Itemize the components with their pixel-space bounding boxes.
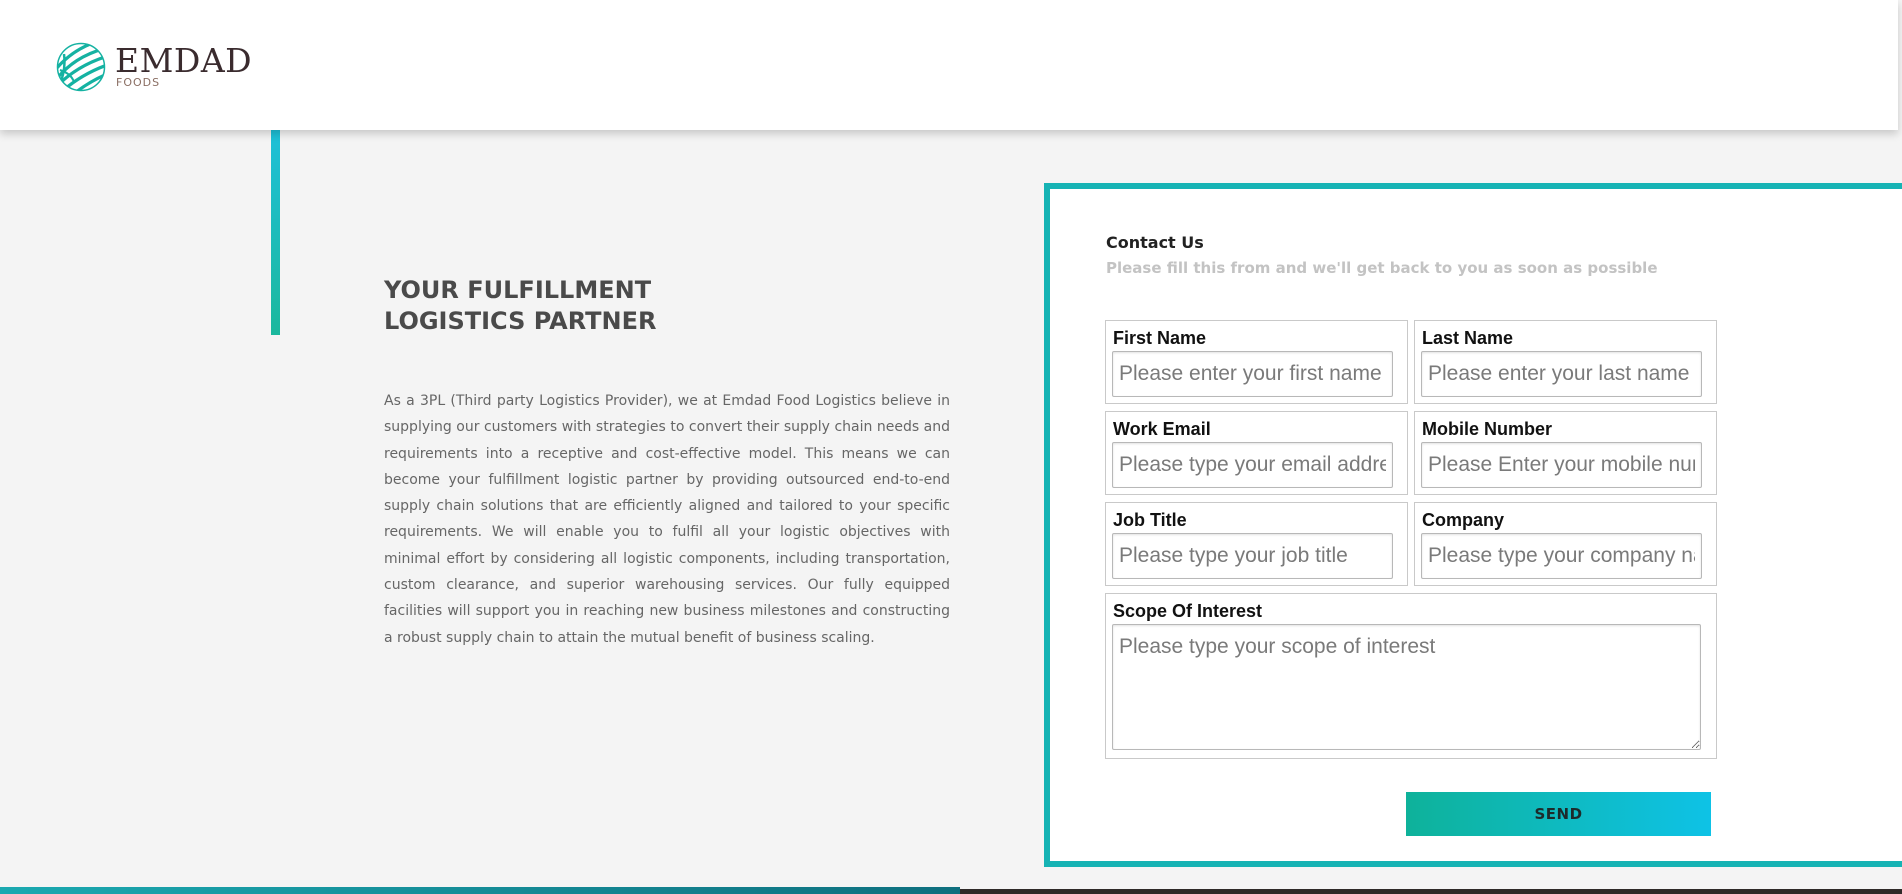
footer-accent-stripe bbox=[0, 887, 960, 894]
brand-name: EMDAD bbox=[115, 41, 253, 80]
company-label: Company bbox=[1422, 510, 1505, 530]
last-name-input[interactable] bbox=[1421, 351, 1702, 397]
hero-headline-line2: LOGISTICS PARTNER bbox=[384, 307, 657, 335]
contact-panel: Contact Us Please fill this from and we'… bbox=[1044, 183, 1902, 867]
hero-body: As a 3PL (Third party Logistics Provider… bbox=[384, 393, 950, 646]
work-email-field: Work Email bbox=[1105, 411, 1408, 495]
work-email-label: Work Email bbox=[1113, 419, 1211, 439]
first-name-input[interactable] bbox=[1112, 351, 1393, 397]
job-title-field: Job Title bbox=[1105, 502, 1408, 586]
last-name-label: Last Name bbox=[1422, 328, 1514, 348]
leaf-globe-icon bbox=[56, 42, 106, 92]
first-name-label: First Name bbox=[1113, 328, 1207, 348]
brand-subname: FOODS bbox=[116, 76, 161, 89]
brand-logo[interactable]: EMDAD FOODS bbox=[56, 42, 256, 92]
contact-title: Contact Us bbox=[1106, 233, 1204, 252]
job-title-label: Job Title bbox=[1113, 510, 1187, 530]
company-input[interactable] bbox=[1421, 533, 1702, 579]
footer-dark-stripe bbox=[960, 889, 1902, 894]
send-button[interactable]: SEND bbox=[1406, 792, 1711, 836]
first-name-field: First Name bbox=[1105, 320, 1408, 404]
scope-of-interest-label: Scope Of Interest bbox=[1113, 601, 1263, 621]
work-email-input[interactable] bbox=[1112, 442, 1393, 488]
scope-of-interest-textarea[interactable] bbox=[1112, 624, 1701, 750]
contact-subtitle: Please fill this from and we'll get back… bbox=[1106, 259, 1658, 277]
last-name-field: Last Name bbox=[1414, 320, 1717, 404]
hero-headline: YOUR FULFILLMENT LOGISTICS PARTNER bbox=[384, 275, 784, 337]
accent-bar bbox=[271, 130, 280, 335]
job-title-input[interactable] bbox=[1112, 533, 1393, 579]
mobile-number-input[interactable] bbox=[1421, 442, 1702, 488]
site-header: EMDAD FOODS bbox=[0, 0, 1898, 130]
hero-headline-line1: YOUR FULFILLMENT bbox=[384, 276, 652, 304]
company-field: Company bbox=[1414, 502, 1717, 586]
scope-of-interest-field: Scope Of Interest bbox=[1105, 593, 1717, 759]
mobile-number-field: Mobile Number bbox=[1414, 411, 1717, 495]
mobile-number-label: Mobile Number bbox=[1422, 419, 1553, 439]
